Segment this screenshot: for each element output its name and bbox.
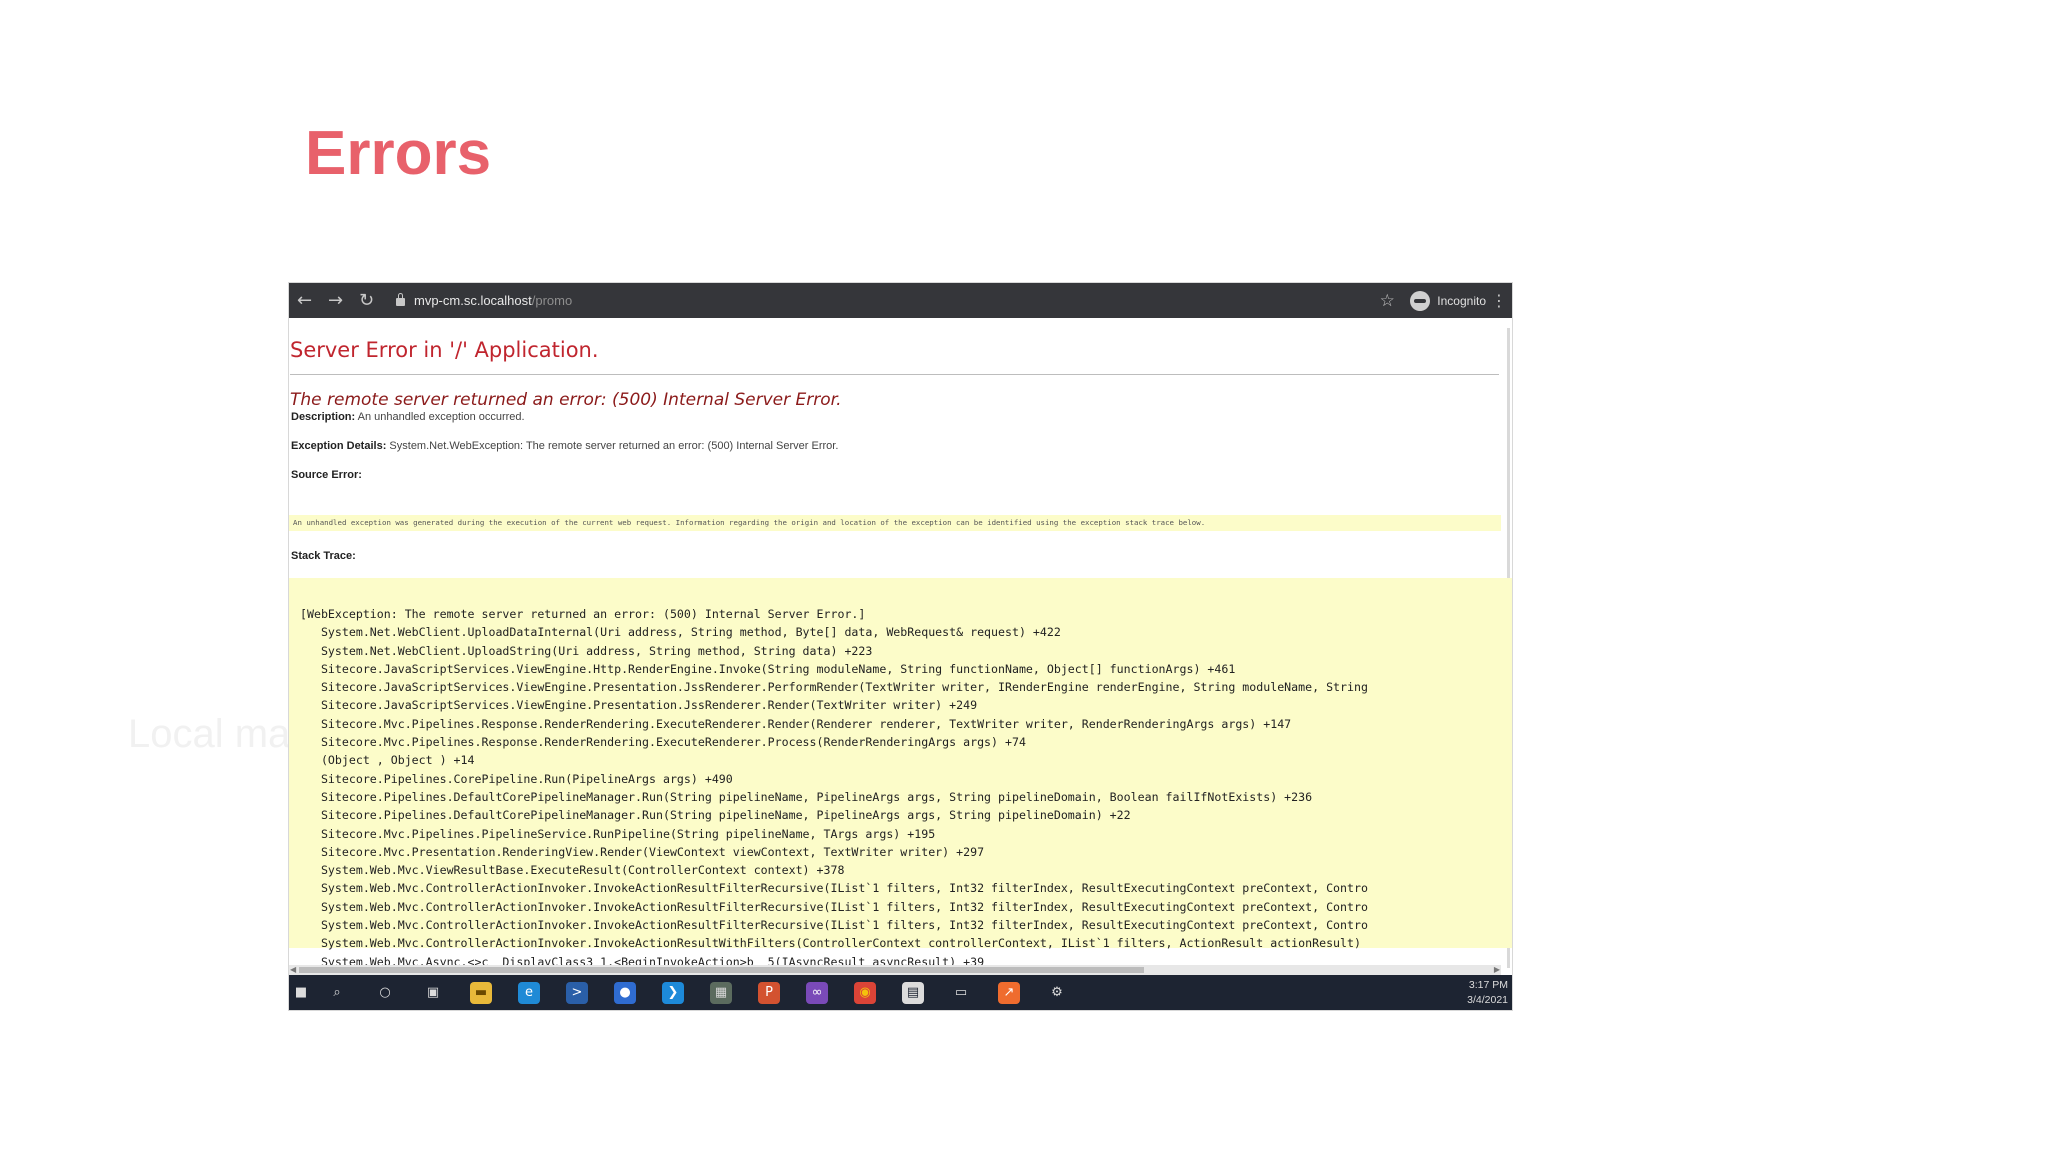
back-arrow-icon[interactable]: ← [289,283,320,318]
stack-trace-line: Sitecore.Pipelines.CorePipeline.Run(Pipe… [300,771,733,786]
taskbar-item-remote[interactable]: ▭ [937,975,985,1010]
windows-taskbar: ■ ⌕ ○ ▣ ▬ e > ● ❯ ▦ P ∞ ◉ ▤ ▭ ↗ ⚙ 3:17 PM 3/4/2021 [289,975,1512,1010]
taskbar-item-sql[interactable]: ▦ [697,975,745,1010]
source-error-label: Source Error: [291,469,362,481]
taskbar-item-edge[interactable]: e [505,975,553,1010]
file-explorer-icon: ▬ [470,981,492,1004]
forward-arrow-icon[interactable]: → [320,283,351,318]
vscode-icon: ❯ [662,981,684,1004]
description-label: Description: [291,411,356,423]
browser-toolbar: ← → ↻ mvp-cm.sc.localhost/promo ☆ Incogn… [289,283,1512,318]
url-host: mvp-cm.sc.localhost [414,293,532,308]
error-subheading: The remote server returned an error: (50… [290,390,842,410]
maps-icon: ● [614,981,636,1004]
stack-trace-label: Stack Trace: [291,550,356,562]
stack-trace-line: Sitecore.Pipelines.DefaultCorePipelineMa… [300,789,1313,804]
remote-icon: ▭ [954,985,968,1000]
bookmark-star-icon[interactable]: ☆ [1372,291,1402,311]
stack-trace-line: System.Web.Mvc.ControllerActionInvoker.I… [300,918,1368,933]
incognito-profile-button[interactable]: Incognito [1410,290,1486,311]
exception-line: Exception Details: System.Net.WebExcepti… [291,440,838,452]
taskbar-item-file-explorer[interactable]: ▬ [457,975,505,1010]
incognito-label: Incognito [1437,293,1486,308]
horizontal-scrollbar[interactable]: ◀ ▶ [289,965,1501,975]
stack-trace-line: System.Web.Mvc.ControllerActionInvoker.I… [300,899,1368,914]
slide-title: Errors [305,119,492,188]
taskbar-item-cortana[interactable]: ○ [361,975,409,1010]
stack-trace-line: [WebException: The remote server returne… [300,607,866,621]
taskbar-clock[interactable]: 3:17 PM 3/4/2021 [1467,978,1508,1008]
postman-icon: ↗ [998,981,1020,1004]
task-view-icon: ▣ [426,985,440,1000]
chrome-icon: ◉ [854,981,876,1004]
store-icon: ▤ [902,981,924,1004]
powershell-icon: > [566,981,588,1004]
taskbar-item-store[interactable]: ▤ [889,975,937,1010]
description-value: An unhandled exception occurred. [357,411,525,423]
description-line: Description: An unhandled exception occu… [291,411,525,423]
taskbar-item-vscode[interactable]: ❯ [649,975,697,1010]
source-error-line: Source Error: [291,469,362,481]
stack-trace-line: System.Web.Mvc.ViewResultBase.ExecuteRes… [300,863,845,878]
error-heading: Server Error in '/' Application. [290,338,599,362]
stack-trace-line: Sitecore.JavaScriptServices.ViewEngine.H… [300,661,1236,676]
stack-trace: [WebException: The remote server returne… [300,605,1368,971]
taskbar-item-maps[interactable]: ● [601,975,649,1010]
url-path: /promo [531,293,573,308]
clock-time: 3:17 PM [1468,978,1508,991]
cortana-icon: ○ [379,985,391,1000]
exception-label: Exception Details: [291,440,387,452]
reload-icon[interactable]: ↻ [351,283,382,318]
search-icon: ⌕ [333,985,341,1000]
taskbar-item-search[interactable]: ⌕ [313,975,361,1010]
stack-trace-line: Sitecore.Mvc.Pipelines.PipelineService.R… [300,826,936,841]
taskbar-item-task-view[interactable]: ▣ [409,975,457,1010]
stack-trace-line: Sitecore.Mvc.Presentation.RenderingView.… [300,844,985,859]
sql-icon: ▦ [710,981,732,1004]
clock-date: 3/4/2021 [1467,993,1508,1006]
scroll-left-icon[interactable]: ◀ [290,965,296,974]
stack-trace-line: Sitecore.Mvc.Pipelines.Response.RenderRe… [300,716,1292,731]
source-error-box: An unhandled exception was generated dur… [289,515,1501,531]
edge-icon: e [518,981,540,1004]
stack-trace-line: Stack Trace: [291,550,356,562]
source-error-text: An unhandled exception was generated dur… [293,518,1206,527]
horizontal-scroll-thumb[interactable] [299,967,1144,973]
stack-trace-box: [WebException: The remote server returne… [289,578,1512,969]
taskbar-item-visual-studio[interactable]: ∞ [793,975,841,1010]
stack-trace-line: Sitecore.Pipelines.DefaultCorePipelineMa… [300,808,1131,823]
page-content: Server Error in '/' Application. The rem… [289,318,1512,975]
stack-trace-line: System.Web.Mvc.ControllerActionInvoker.I… [300,936,1361,951]
lock-icon [396,293,405,306]
incognito-icon [1410,290,1431,311]
address-bar[interactable]: mvp-cm.sc.localhost/promo [396,283,572,318]
taskbar-item-powerpoint[interactable]: P [745,975,793,1010]
windows-icon: ■ [294,985,308,1000]
taskbar-item-powershell[interactable]: > [553,975,601,1010]
stack-trace-line: Sitecore.JavaScriptServices.ViewEngine.P… [300,698,978,713]
divider [290,374,1499,375]
stack-trace-line: Sitecore.JavaScriptServices.ViewEngine.P… [300,680,1368,695]
taskbar-item-settings[interactable]: ⚙ [1033,975,1081,1010]
powerpoint-icon: P [758,981,780,1004]
stack-trace-line: System.Net.WebClient.UploadString(Uri ad… [300,643,873,658]
taskbar-item-chrome[interactable]: ◉ [841,975,889,1010]
settings-icon: ⚙ [1051,985,1063,1000]
stack-trace-line: System.Web.Mvc.ControllerActionInvoker.I… [300,881,1368,896]
embedded-screenshot: ← → ↻ mvp-cm.sc.localhost/promo ☆ Incogn… [289,283,1512,1010]
scroll-right-icon[interactable]: ▶ [1494,965,1500,974]
taskbar-item-windows[interactable]: ■ [289,975,313,1010]
menu-kebab-icon[interactable]: ⋮ [1486,291,1512,310]
visual-studio-icon: ∞ [806,981,828,1004]
stack-trace-line: System.Net.WebClient.UploadDataInternal(… [300,625,1061,640]
exception-value: System.Net.WebException: The remote serv… [389,440,839,452]
taskbar-item-postman[interactable]: ↗ [985,975,1033,1010]
ghost-text: Local mac [128,712,311,756]
stack-trace-line: (Object , Object ) +14 [300,753,475,768]
stack-trace-line: Sitecore.Mvc.Pipelines.Response.RenderRe… [300,735,1026,750]
